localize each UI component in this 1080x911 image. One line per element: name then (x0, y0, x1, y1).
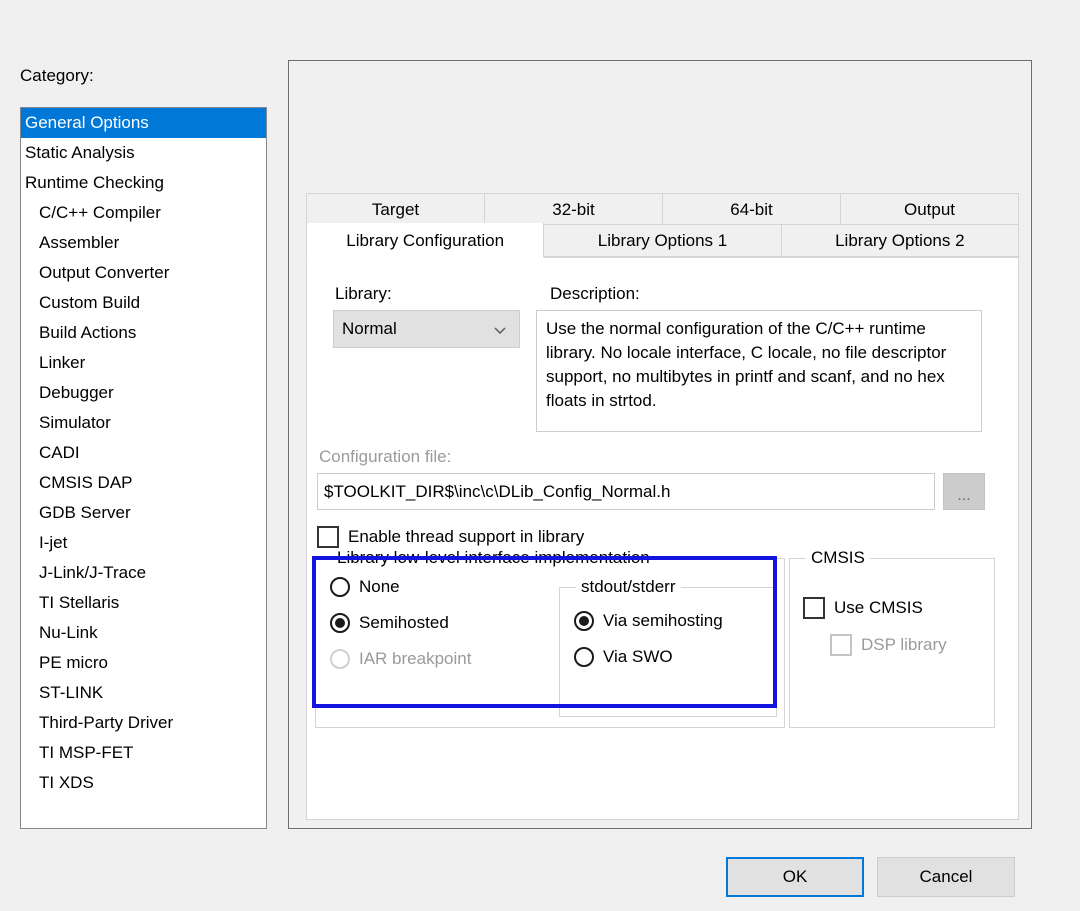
dsp-library-checkbox: DSP library (830, 634, 947, 656)
low-level-interface-group: Library low-level interface implementati… (315, 548, 785, 728)
sidebar-item[interactable]: C/C++ Compiler (21, 198, 266, 228)
stdout-stderr-group: stdout/stderr Via semihosting Via SWO (559, 577, 777, 717)
library-select[interactable]: Normal (333, 310, 520, 348)
radio-semihosted[interactable]: Semihosted (330, 613, 449, 633)
radio-iar-breakpoint: IAR breakpoint (330, 649, 471, 669)
sidebar-item[interactable]: TI Stellaris (21, 588, 266, 618)
radio-circle-icon (330, 613, 350, 633)
radio-circle-icon (330, 577, 350, 597)
sidebar-item[interactable]: TI XDS (21, 768, 266, 798)
browse-button[interactable]: ... (943, 473, 985, 510)
sidebar-item[interactable]: Custom Build (21, 288, 266, 318)
sidebar-item[interactable]: Debugger (21, 378, 266, 408)
sidebar-item[interactable]: GDB Server (21, 498, 266, 528)
sidebar-item[interactable]: CMSIS DAP (21, 468, 266, 498)
sidebar-item[interactable]: Runtime Checking (21, 168, 266, 198)
sidebar-item[interactable]: CADI (21, 438, 266, 468)
stdout-stderr-group-title: stdout/stderr (576, 577, 681, 597)
tab[interactable]: 64-bit (663, 193, 841, 225)
category-list[interactable]: General Options Static Analysis Runtime Ch… (20, 107, 267, 829)
sidebar-item[interactable]: PE micro (21, 648, 266, 678)
description-label: Description: (550, 284, 640, 303)
sidebar-item[interactable]: Simulator (21, 408, 266, 438)
sidebar-item[interactable]: TI MSP-FET (21, 738, 266, 768)
radio-circle-icon (574, 647, 594, 667)
radio-circle-icon (330, 649, 350, 669)
radio-none-label: None (359, 577, 400, 596)
thread-support-checkbox[interactable]: Enable thread support in library (317, 526, 584, 548)
checkbox-box-icon (830, 634, 852, 656)
sidebar-item[interactable]: ST-LINK (21, 678, 266, 708)
cmsis-group: CMSIS Use CMSIS DSP library (789, 548, 995, 728)
chevron-down-icon (493, 322, 507, 336)
checkbox-box-icon (803, 597, 825, 619)
sidebar-item[interactable]: General Options (21, 108, 266, 138)
options-panel: Target 32-bit 64-bit Output Library Configu… (288, 60, 1032, 829)
radio-via-swo[interactable]: Via SWO (574, 647, 673, 667)
configuration-file-value: $TOOLKIT_DIR$\inc\c\DLib_Config_Normal.h (324, 481, 671, 501)
thread-support-label: Enable thread support in library (348, 527, 585, 546)
tab[interactable]: 32-bit (485, 193, 663, 225)
ok-button[interactable]: OK (726, 857, 864, 897)
sidebar-item[interactable]: Build Actions (21, 318, 266, 348)
radio-none[interactable]: None (330, 577, 400, 597)
low-level-interface-group-title: Library low-level interface implementati… (332, 548, 655, 568)
sidebar-item[interactable]: Linker (21, 348, 266, 378)
tab[interactable]: Output (841, 193, 1019, 225)
sidebar-item[interactable]: I-jet (21, 528, 266, 558)
sidebar-item[interactable]: Third-Party Driver (21, 708, 266, 738)
library-select-value: Normal (342, 319, 397, 338)
tab-row-primary: Target 32-bit 64-bit Output (306, 193, 1019, 225)
tab[interactable]: Library Options 2 (781, 225, 1019, 257)
configuration-file-label: Configuration file: (319, 447, 452, 466)
radio-via-swo-label: Via SWO (603, 647, 673, 666)
tab[interactable]: Library Configuration (306, 223, 545, 258)
tab[interactable]: Target (306, 193, 485, 225)
sidebar-item[interactable]: Static Analysis (21, 138, 266, 168)
configuration-file-input[interactable]: $TOOLKIT_DIR$\inc\c\DLib_Config_Normal.h (317, 473, 935, 510)
dsp-library-label: DSP library (861, 635, 947, 654)
category-label: Category: (20, 66, 94, 85)
tab[interactable]: Library Options 1 (544, 225, 782, 257)
sidebar-item[interactable]: J-Link/J-Trace (21, 558, 266, 588)
library-label: Library: (335, 284, 392, 303)
cmsis-group-title: CMSIS (806, 548, 870, 568)
tab-strip: Target 32-bit 64-bit Output Library Configu… (306, 193, 1019, 258)
radio-iar-breakpoint-label: IAR breakpoint (359, 649, 472, 668)
radio-via-semihosting-label: Via semihosting (603, 611, 723, 630)
checkbox-box-icon (317, 526, 339, 548)
library-configuration-pane: Library: Normal Description: Use the nor… (306, 257, 1019, 820)
tab-row-secondary: Library Configuration Library Options 1 Li… (306, 223, 1019, 258)
radio-circle-icon (574, 611, 594, 631)
sidebar-item[interactable]: Nu-Link (21, 618, 266, 648)
radio-via-semihosting[interactable]: Via semihosting (574, 611, 723, 631)
sidebar-item[interactable]: Assembler (21, 228, 266, 258)
description-text: Use the normal configuration of the C/C+… (536, 310, 982, 432)
use-cmsis-checkbox[interactable]: Use CMSIS (803, 597, 923, 619)
cancel-button[interactable]: Cancel (877, 857, 1015, 897)
sidebar-item[interactable]: Output Converter (21, 258, 266, 288)
use-cmsis-label: Use CMSIS (834, 598, 923, 617)
radio-semihosted-label: Semihosted (359, 613, 449, 632)
